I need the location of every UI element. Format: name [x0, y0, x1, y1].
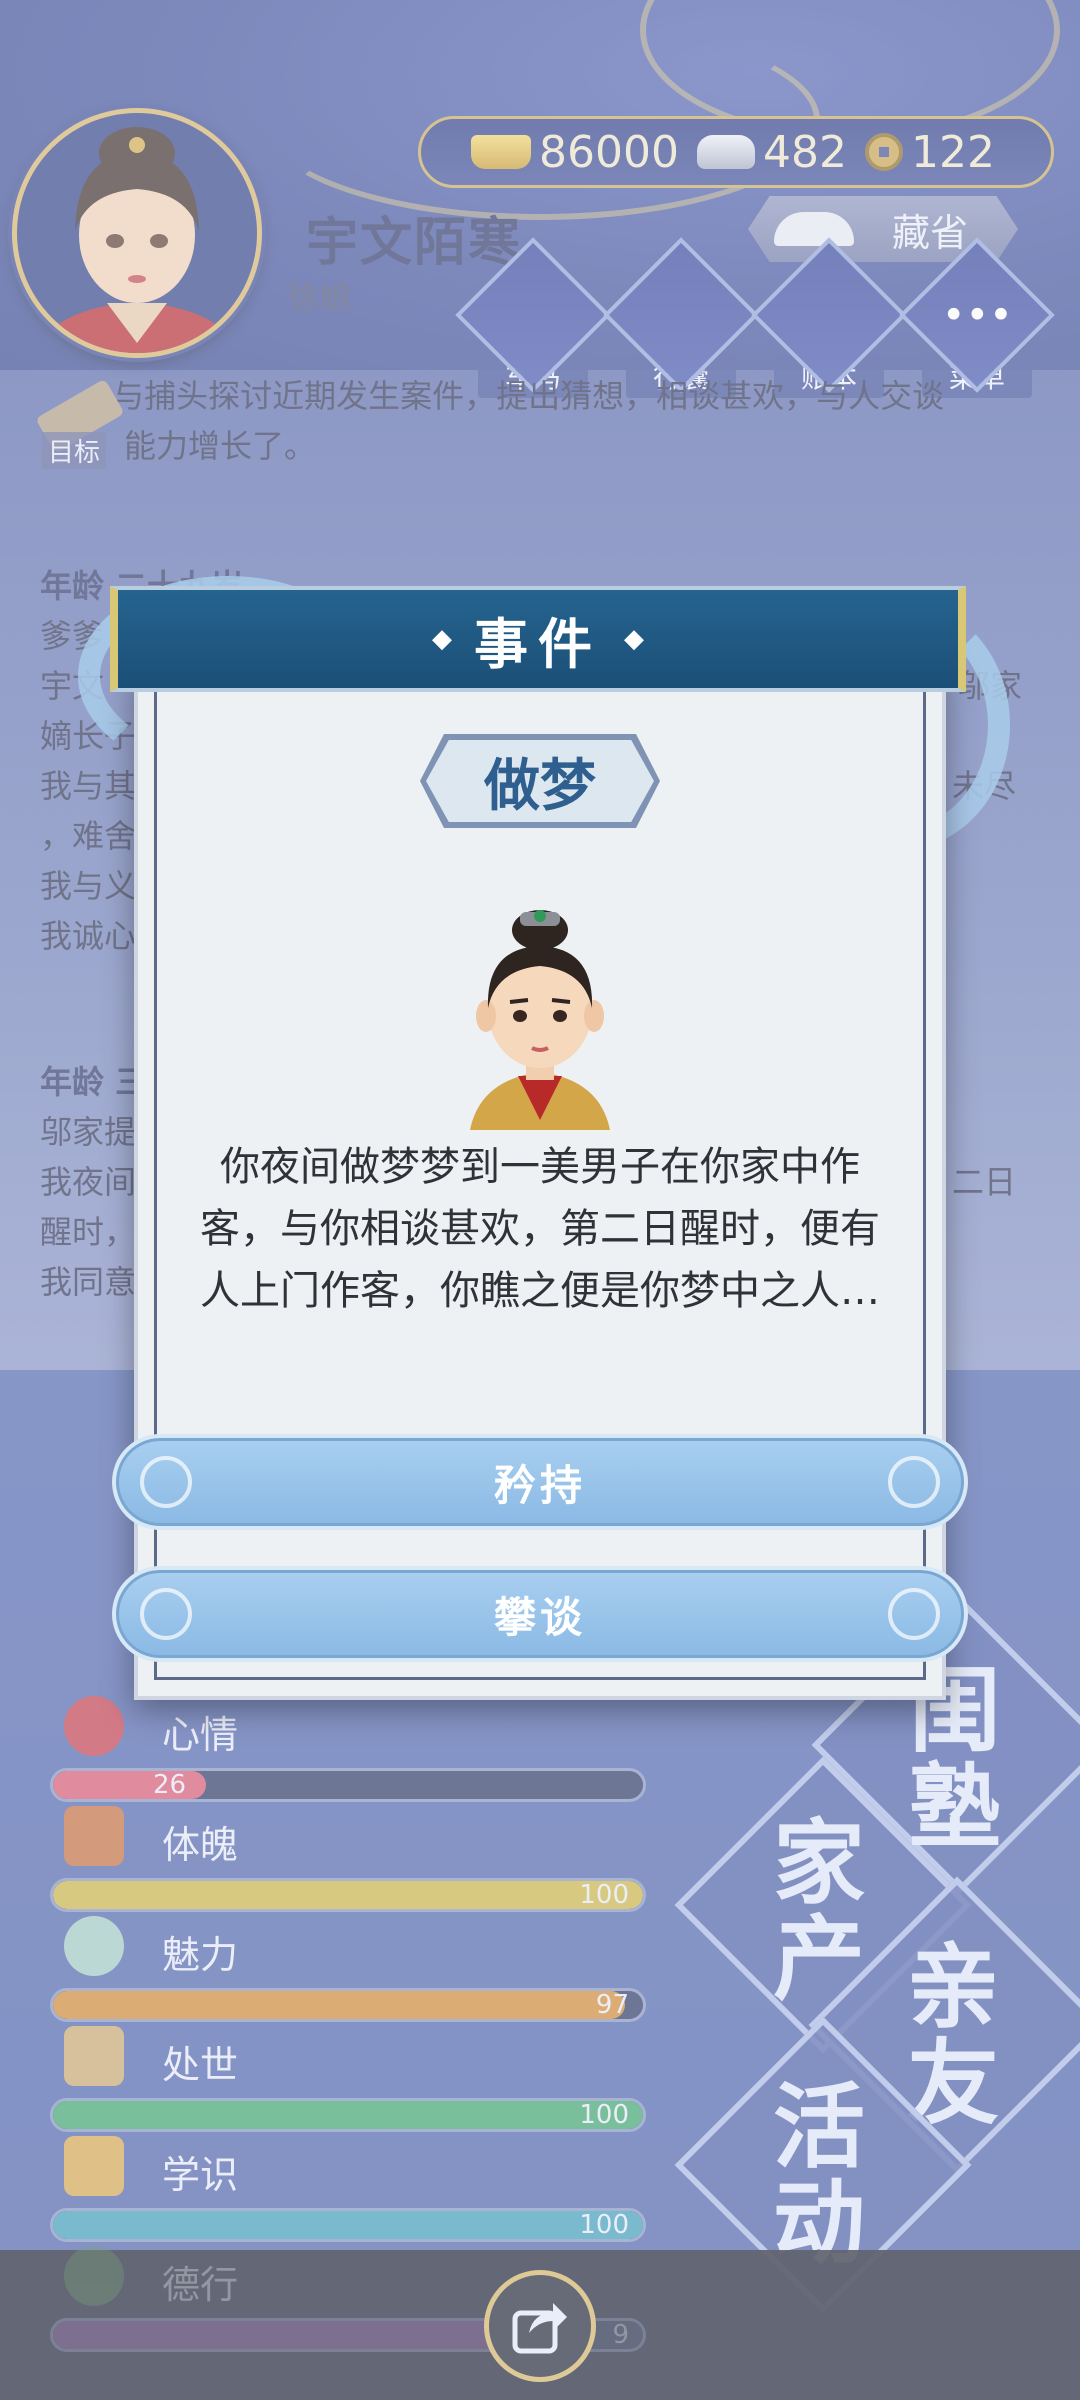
cloud-swirl-icon — [140, 1456, 192, 1508]
choice-label: 攀谈 — [493, 1592, 586, 1642]
event-title-plaque: 做梦 — [420, 734, 660, 828]
dialog-header: ◆ 事件 ◆ — [110, 586, 966, 692]
cloud-swirl-icon — [888, 1456, 940, 1508]
dialog-title: 事件 — [474, 612, 602, 676]
choice-label: 矜持 — [493, 1460, 586, 1510]
event-description: 你夜间做梦梦到一美男子在你家中作客，与你相谈甚欢，第二日醒时，便有人上门作客，你… — [200, 1144, 880, 1314]
cloud-swirl-icon — [888, 1588, 940, 1640]
young-man-portrait-icon — [470, 910, 610, 1130]
choice-chat-button[interactable]: 攀谈 — [112, 1566, 968, 1662]
diamond-dot-icon: ◆ — [624, 624, 644, 654]
cloud-swirl-icon — [140, 1588, 192, 1640]
choice-reserved-button[interactable]: 矜持 — [112, 1434, 968, 1530]
diamond-dot-icon: ◆ — [432, 624, 452, 654]
event-title: 做梦 — [426, 740, 654, 822]
